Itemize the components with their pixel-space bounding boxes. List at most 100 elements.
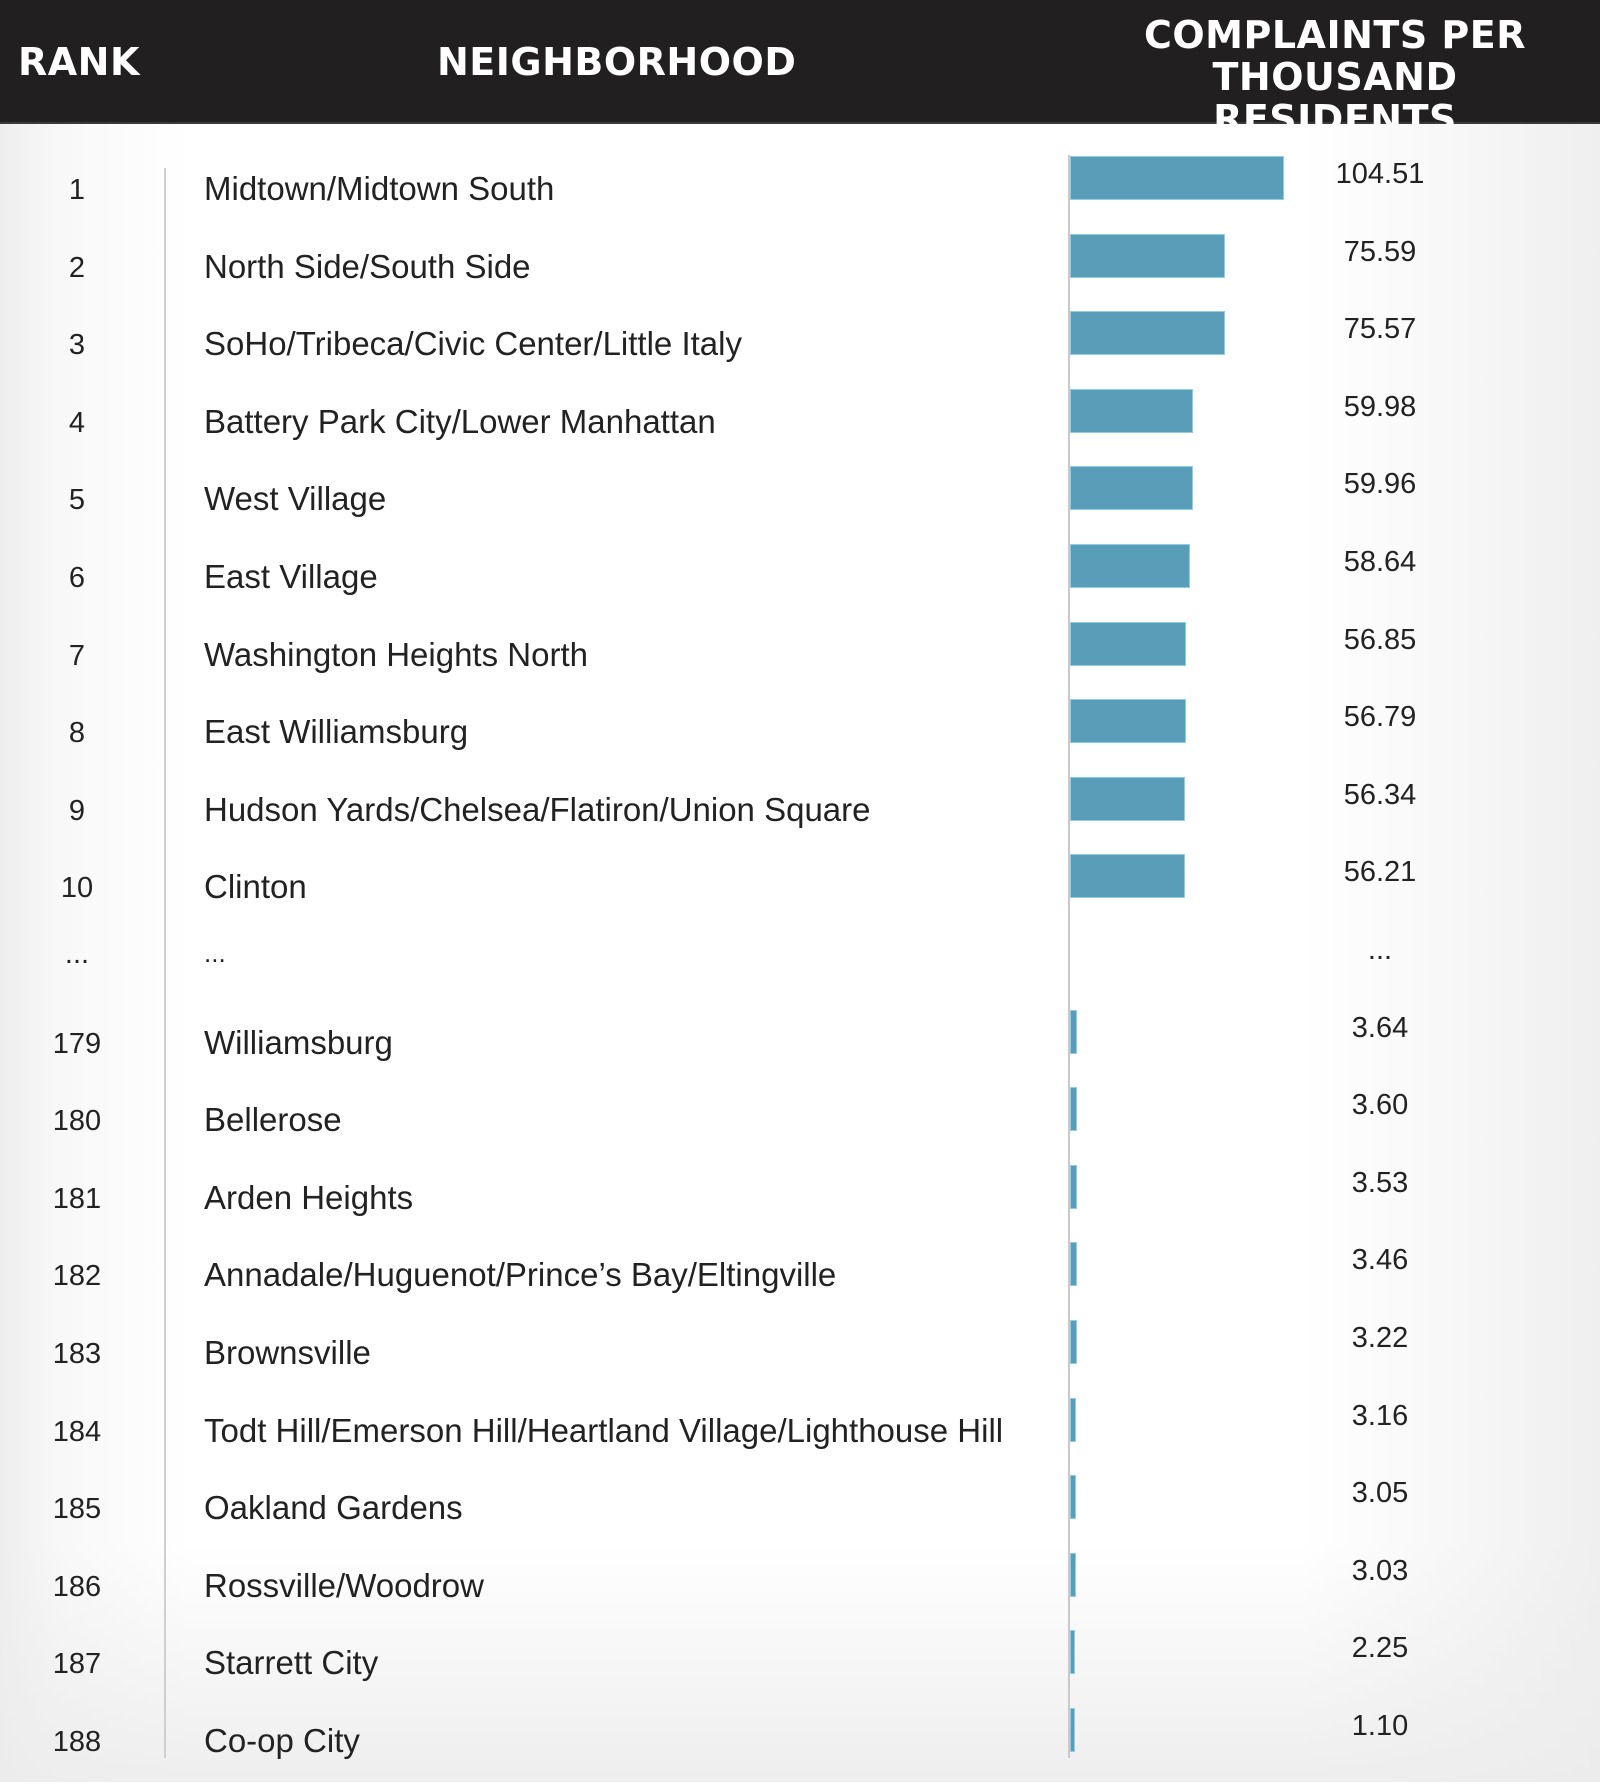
table-row: 186 Rossville/Woodrow 3.03 xyxy=(0,1551,1600,1629)
value-label: 3.64 xyxy=(1351,1011,1409,1044)
value-label: 75.57 xyxy=(1343,313,1417,346)
neighborhood-cell: Annadale/Huguenot/Prince’s Bay/Eltingvil… xyxy=(204,1256,837,1294)
bar xyxy=(1070,1397,1077,1442)
neighborhood-cell: Brownsville xyxy=(204,1334,371,1371)
value-label: 56.85 xyxy=(1343,623,1417,656)
bar xyxy=(1070,466,1193,511)
neighborhood-cell: Williamsburg xyxy=(204,1023,393,1061)
bar xyxy=(1070,1708,1075,1752)
bar xyxy=(1070,1009,1078,1054)
table-row: 4 Battery Park City/Lower Manhattan 59.98 xyxy=(0,387,1600,465)
rank-cell: 7 xyxy=(68,639,86,672)
value-label: 3.46 xyxy=(1351,1244,1409,1277)
table-row: 181 Arden Heights 3.53 xyxy=(0,1163,1600,1241)
value-label: 3.03 xyxy=(1351,1554,1409,1587)
neighborhood-cell: SoHo/Tribeca/Civic Center/Little Italy xyxy=(204,325,742,363)
value-label: 1.10 xyxy=(1351,1710,1409,1742)
rank-cell: 188 xyxy=(52,1726,102,1758)
bar xyxy=(1070,388,1193,433)
neighborhood-cell: East Williamsburg xyxy=(204,713,469,751)
value-label: 104.51 xyxy=(1335,158,1425,190)
table-row: 180 Bellerose 3.60 xyxy=(0,1085,1600,1163)
neighborhood-cell: Midtown/Midtown South xyxy=(204,170,555,207)
rank-cell: 6 xyxy=(68,562,86,594)
bar xyxy=(1070,1164,1078,1209)
value-label: 56.21 xyxy=(1343,856,1417,889)
rank-cell: 180 xyxy=(52,1105,102,1138)
value-label: 3.16 xyxy=(1351,1399,1409,1432)
rank-cell: 179 xyxy=(52,1027,102,1060)
bar xyxy=(1070,1630,1075,1675)
table-row: ......... xyxy=(0,930,1600,1008)
neighborhood-cell: West Village xyxy=(204,480,387,518)
table-row: 187 Starrett City 2.25 xyxy=(0,1628,1600,1706)
bar xyxy=(1070,1552,1077,1597)
rank-cell: 1 xyxy=(68,174,86,206)
rank-cell: 185 xyxy=(52,1493,102,1526)
neighborhood-cell: Washington Heights North xyxy=(204,635,588,673)
rank-cell: 187 xyxy=(52,1648,102,1681)
value-label: 3.05 xyxy=(1351,1477,1409,1510)
rank-cell: 181 xyxy=(52,1182,102,1215)
bar xyxy=(1070,776,1186,821)
rank-cell: 3 xyxy=(68,329,86,362)
table-row: 183 Brownsville 3.22 xyxy=(0,1318,1600,1396)
value-label: 2.25 xyxy=(1351,1632,1409,1665)
neighborhood-cell: Hudson Yards/Chelsea/Flatiron/Union Squa… xyxy=(204,790,871,828)
bar xyxy=(1070,233,1225,278)
table-row: 5 West Village 59.96 xyxy=(0,464,1600,542)
value-label: 56.79 xyxy=(1343,701,1417,734)
rank-cell: 182 xyxy=(52,1260,102,1293)
rank-cell: 183 xyxy=(52,1338,102,1370)
table-row: 184 Todt Hill/Emerson Hill/Heartland Vill… xyxy=(0,1396,1600,1474)
value-label: 75.59 xyxy=(1343,235,1417,268)
value-label: 56.34 xyxy=(1343,778,1417,811)
table-row: 9 Hudson Yards/Chelsea/Flatiron/Union Squ… xyxy=(0,775,1600,853)
rank-cell: 4 xyxy=(68,406,86,439)
rank-cell: 2 xyxy=(68,251,86,284)
value-label: 3.22 xyxy=(1351,1322,1409,1354)
neighborhood-cell: North Side/South Side xyxy=(204,247,531,285)
rank-cell: ... xyxy=(64,938,90,970)
bar xyxy=(1070,544,1191,588)
table-row: 185 Oakland Gardens 3.05 xyxy=(0,1473,1600,1551)
table-row: 8 East Williamsburg 56.79 xyxy=(0,697,1600,775)
neighborhood-cell: Starrett City xyxy=(204,1644,379,1682)
rank-cell: 10 xyxy=(60,872,94,905)
table-row: 1 Midtown/Midtown South 104.51 xyxy=(0,154,1600,232)
bar xyxy=(1070,621,1187,666)
neighborhood-cell: Arden Heights xyxy=(204,1178,414,1216)
neighborhood-cell: Oakland Gardens xyxy=(204,1489,463,1527)
value-label: 59.96 xyxy=(1343,468,1417,501)
rank-cell: 8 xyxy=(68,717,86,750)
rank-cell: 9 xyxy=(68,794,86,827)
table-row: 6 East Village 58.64 xyxy=(0,542,1600,620)
neighborhood-cell: East Village xyxy=(204,558,378,595)
table-row: 10 Clinton 56.21 xyxy=(0,852,1600,930)
bar xyxy=(1070,156,1284,200)
value-label: 58.64 xyxy=(1343,546,1417,578)
table-row: 3 SoHo/Tribeca/Civic Center/Little Italy 7… xyxy=(0,309,1600,387)
neighborhood-cell: Rossville/Woodrow xyxy=(204,1566,484,1604)
neighborhood-cell: ... xyxy=(204,938,226,968)
bar xyxy=(1070,854,1186,899)
rank-cell: 184 xyxy=(52,1415,102,1448)
bar xyxy=(1070,311,1225,356)
value-label: 3.53 xyxy=(1351,1166,1409,1199)
rank-cell: 5 xyxy=(68,484,86,517)
ranking-rows: 1 Midtown/Midtown South 104.51 2 North Side/… xyxy=(0,0,1600,1782)
neighborhood-cell: Co-op City xyxy=(204,1722,360,1759)
bar xyxy=(1070,1320,1077,1364)
table-row: 188 Co-op City 1.10 xyxy=(0,1706,1600,1784)
neighborhood-cell: Bellerose xyxy=(204,1101,342,1139)
rank-cell: 186 xyxy=(52,1570,102,1603)
bar xyxy=(1070,1087,1078,1132)
bar xyxy=(1070,699,1187,744)
table-row: 2 North Side/South Side 75.59 xyxy=(0,232,1600,310)
value-label: ... xyxy=(1367,934,1393,966)
table-row: 182 Annadale/Huguenot/Prince’s Bay/Elting… xyxy=(0,1240,1600,1318)
value-label: 3.60 xyxy=(1351,1089,1409,1122)
table-row: 179 Williamsburg 3.64 xyxy=(0,1008,1600,1086)
neighborhood-cell: Clinton xyxy=(204,868,307,906)
bar xyxy=(1070,1475,1077,1520)
